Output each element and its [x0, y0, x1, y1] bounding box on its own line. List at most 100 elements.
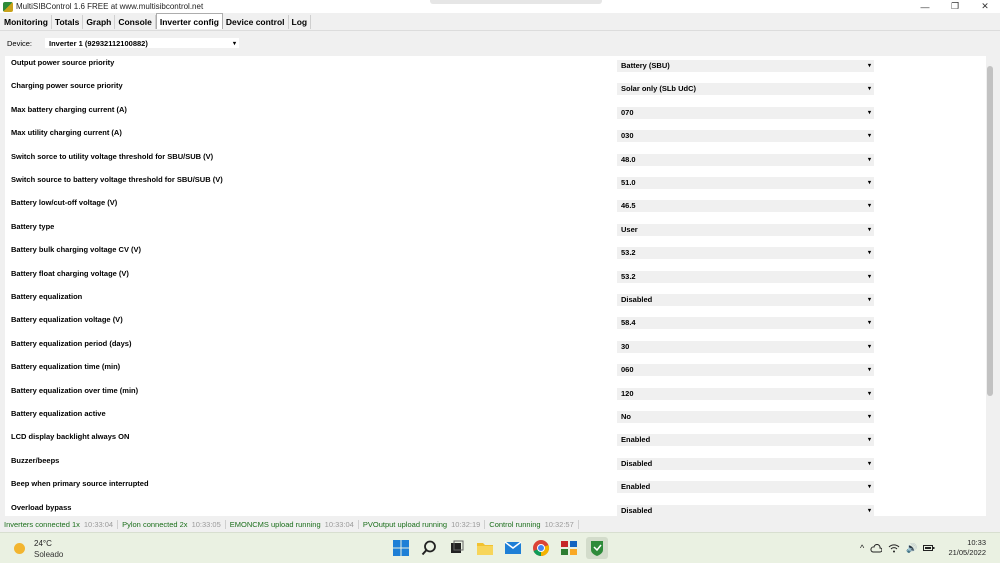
battery-icon[interactable]: [923, 543, 935, 555]
setting-select[interactable]: Solar only (SLb UdC) ▾: [617, 83, 874, 96]
setting-select[interactable]: 070 ▾: [617, 106, 874, 119]
setting-select[interactable]: Enabled ▾: [617, 434, 874, 447]
weather-temperature[interactable]: 24°C: [34, 539, 52, 548]
setting-select-value: Disabled: [621, 458, 653, 468]
setting-select[interactable]: Disabled ▾: [617, 504, 874, 516]
setting-select[interactable]: Battery (SBU) ▾: [617, 60, 874, 72]
tab-inverter-config[interactable]: Inverter config: [155, 13, 223, 29]
tab-totals[interactable]: Totals: [52, 15, 84, 29]
close-icon: ✕: [981, 1, 989, 11]
chevron-down-icon: ▾: [867, 203, 871, 210]
chevron-down-icon: ▾: [867, 86, 871, 93]
device-row: Device: Inverter 1 (92932112100882) ▾: [0, 30, 1000, 54]
setting-row: Max battery charging current (A) 070 ▾: [5, 103, 986, 126]
setting-row: Switch source to battery voltage thresho…: [5, 173, 986, 196]
setting-select[interactable]: No ▾: [617, 411, 874, 423]
tab-device-control[interactable]: Device control: [223, 15, 289, 29]
setting-label: Overload bypass: [11, 502, 72, 512]
tab-console[interactable]: Console: [115, 15, 156, 29]
maximize-button[interactable]: ❐: [940, 0, 970, 13]
minimize-button[interactable]: —: [910, 0, 940, 13]
scrollbar-thumb[interactable]: [987, 66, 993, 396]
setting-select[interactable]: 030 ▾: [617, 130, 874, 143]
setting-row: Battery float charging voltage (V) 53.2 ▾: [5, 267, 986, 290]
setting-select-value: Enabled: [621, 435, 651, 445]
chevron-down-icon: ▾: [867, 414, 871, 420]
status-bar: Inverters connected 1x 10:33:04 Pylon conn…: [0, 517, 1000, 531]
setting-select[interactable]: 30 ▾: [617, 340, 874, 353]
close-button[interactable]: ✕: [970, 0, 1000, 13]
setting-select[interactable]: 48.0 ▾: [617, 153, 874, 166]
setting-label: Switch sorce to utility voltage threshol…: [11, 151, 214, 161]
setting-select-value: 53.2: [621, 271, 636, 281]
sun-icon[interactable]: [14, 543, 25, 554]
cloud-icon[interactable]: [870, 543, 883, 555]
system-clock[interactable]: 10:33 21/05/2022: [948, 538, 986, 558]
tab-log[interactable]: Log: [289, 15, 312, 29]
setting-select[interactable]: Disabled ▾: [617, 457, 874, 470]
title-bar: MultiSIBControl 1.6 FREE at www.multisib…: [0, 0, 1000, 13]
clock-time: 10:33: [967, 538, 986, 547]
setting-label: Battery equalization: [11, 292, 83, 301]
status-text: PVOutput upload running: [362, 519, 448, 529]
setting-row: Battery equalization over time (min) 120 ▾: [5, 384, 986, 407]
setting-row: Battery bulk charging voltage CV (V) 53.2…: [5, 243, 986, 266]
setting-select-value: 30: [621, 341, 630, 351]
status-timestamp: 10:33:04: [325, 519, 359, 529]
setting-label: Battery equalization over time (min): [11, 385, 139, 395]
status-timestamp: 10:32:19: [451, 519, 486, 529]
setting-label: Buzzer/beeps: [11, 455, 60, 465]
setting-label: Battery low/cut-off voltage (V): [11, 198, 118, 208]
chevron-down-icon: ▾: [867, 63, 871, 69]
settings-panel: Output power source priority Battery (SBU…: [5, 56, 986, 516]
setting-select-value: 030: [621, 131, 634, 141]
tray-chevron-icon[interactable]: ^: [860, 543, 864, 555]
setting-select-value: 120: [621, 388, 634, 398]
setting-select-value: 060: [621, 365, 634, 375]
setting-select-value: 48.0: [621, 154, 636, 164]
setting-select[interactable]: User ▾: [617, 223, 874, 236]
title-drag-handle[interactable]: [430, 0, 602, 4]
wifi-icon[interactable]: [888, 543, 900, 555]
setting-label: Battery equalization period (days): [11, 338, 132, 348]
tab-graph[interactable]: Graph: [83, 15, 116, 29]
setting-select[interactable]: 51.0 ▾: [617, 177, 874, 189]
setting-label: Max battery charging current (A): [11, 104, 127, 114]
device-select[interactable]: Inverter 1 (92932112100882) ▾: [44, 37, 240, 49]
setting-select[interactable]: 46.5 ▾: [617, 200, 874, 213]
volume-icon[interactable]: 🔊: [906, 543, 917, 555]
setting-label: Battery equalization voltage (V): [11, 315, 123, 325]
setting-label: Beep when primary source interrupted: [11, 479, 149, 489]
multisib-app-icon[interactable]: [586, 537, 608, 559]
setting-select-value: No: [621, 412, 631, 421]
setting-row: Switch sorce to utility voltage threshol…: [5, 150, 986, 173]
setting-select[interactable]: Disabled ▾: [617, 294, 874, 306]
setting-select-value: Enabled: [621, 482, 651, 492]
setting-select-value: User: [621, 224, 638, 234]
mail-icon[interactable]: [502, 537, 524, 559]
setting-label: Battery float charging voltage (V): [11, 268, 129, 278]
windows-start-icon[interactable]: [390, 537, 412, 559]
setting-select[interactable]: 060 ▾: [617, 364, 874, 377]
chevron-down-icon: ▾: [867, 437, 871, 444]
setting-label: Battery equalization active: [11, 409, 106, 418]
file-explorer-icon[interactable]: [474, 537, 496, 559]
tab-monitoring[interactable]: Monitoring: [1, 15, 52, 29]
setting-select[interactable]: 58.4 ▾: [617, 317, 874, 330]
setting-select-value: Solar only (SLb UdC): [621, 84, 696, 94]
setting-row: Buzzer/beeps Disabled ▾: [5, 454, 986, 477]
app-grid-icon[interactable]: [558, 537, 580, 559]
setting-select[interactable]: 53.2 ▾: [617, 247, 874, 260]
device-select-value: Inverter 1 (92932112100882): [49, 39, 148, 48]
weather-description[interactable]: Soleado: [34, 550, 63, 559]
setting-select[interactable]: 53.2 ▾: [617, 270, 874, 283]
search-icon[interactable]: [418, 537, 440, 559]
setting-label: LCD display backlight always ON: [11, 432, 130, 442]
setting-select[interactable]: Enabled ▾: [617, 481, 874, 494]
setting-label: Battery bulk charging voltage CV (V): [11, 245, 142, 255]
setting-select[interactable]: 120 ▾: [617, 387, 874, 400]
chevron-down-icon: ▾: [867, 180, 871, 186]
chrome-icon[interactable]: [530, 537, 552, 559]
task-view-icon[interactable]: [446, 537, 468, 559]
setting-select-value: Disabled: [621, 295, 653, 304]
